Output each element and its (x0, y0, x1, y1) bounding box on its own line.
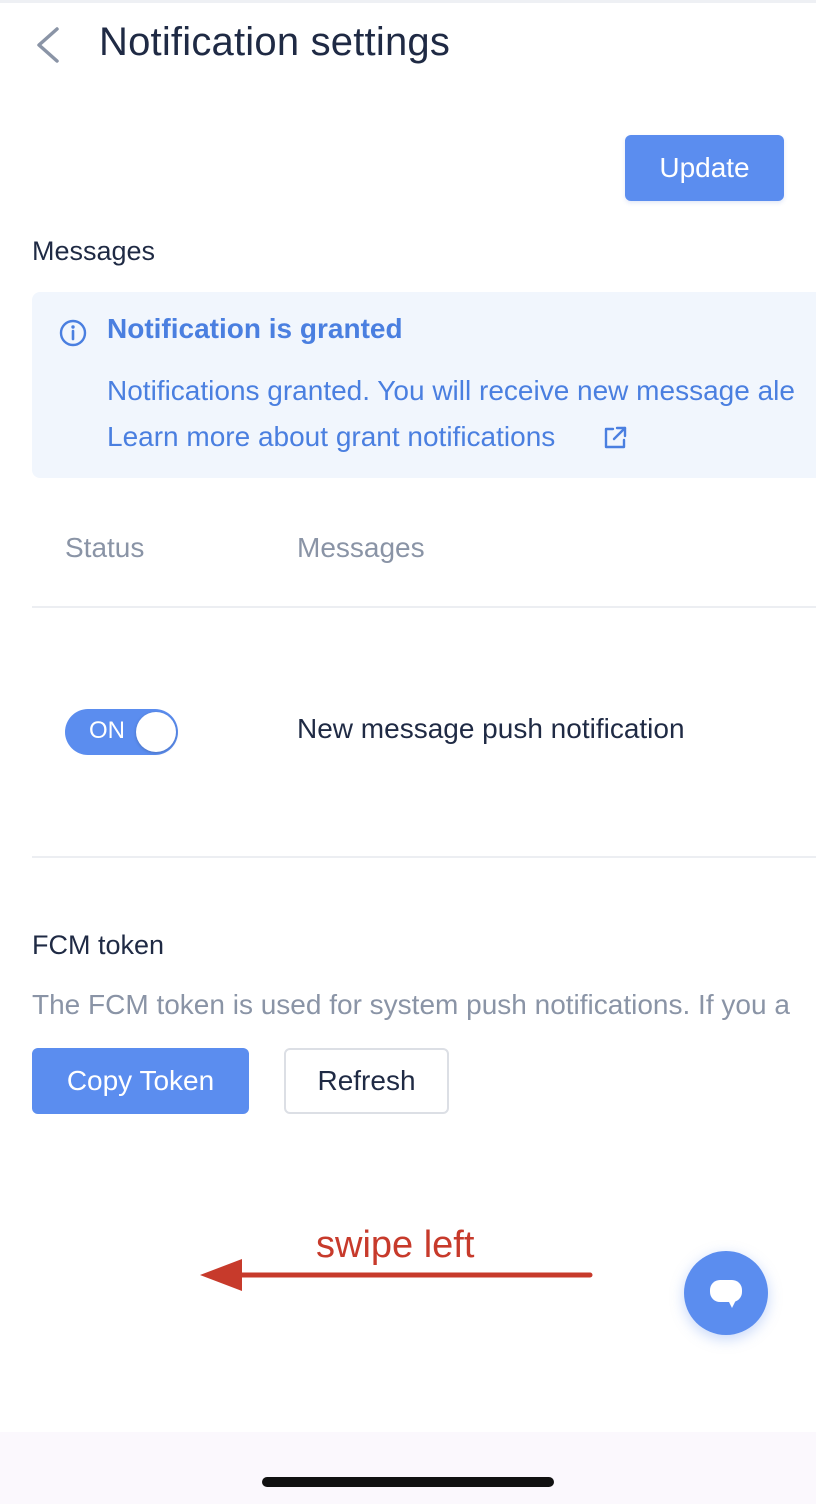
info-icon (59, 319, 87, 347)
copy-token-button[interactable]: Copy Token (32, 1048, 249, 1114)
toggle-state-label: ON (89, 717, 125, 744)
table-header-divider (32, 606, 816, 608)
table-row-message: New message push notification (297, 713, 685, 744)
page-title: Notification settings (99, 20, 451, 64)
external-link-icon[interactable] (602, 425, 628, 451)
back-button[interactable] (30, 24, 70, 64)
info-banner-title: Notification is granted (107, 313, 403, 344)
chat-icon (710, 1280, 742, 1308)
home-indicator[interactable] (262, 1477, 554, 1487)
system-bottom-bar (0, 1432, 816, 1504)
left-arrow-icon (200, 1259, 593, 1291)
refresh-button[interactable]: Refresh (284, 1048, 449, 1114)
column-header-messages: Messages (297, 532, 425, 563)
toggle-knob (136, 712, 176, 752)
table-row-divider (32, 856, 816, 858)
fcm-section-title: FCM token (32, 930, 165, 960)
status-divider (0, 0, 816, 3)
column-header-status: Status (65, 532, 145, 563)
grant-notifications-link[interactable]: Learn more about grant notifications (107, 421, 555, 453)
fcm-description: The FCM token is used for system push no… (32, 989, 790, 1020)
chevron-left-icon (37, 27, 59, 63)
messages-section-title: Messages (32, 236, 156, 266)
update-button[interactable]: Update (625, 135, 784, 201)
info-banner-body: Notifications granted. You will receive … (107, 375, 795, 406)
